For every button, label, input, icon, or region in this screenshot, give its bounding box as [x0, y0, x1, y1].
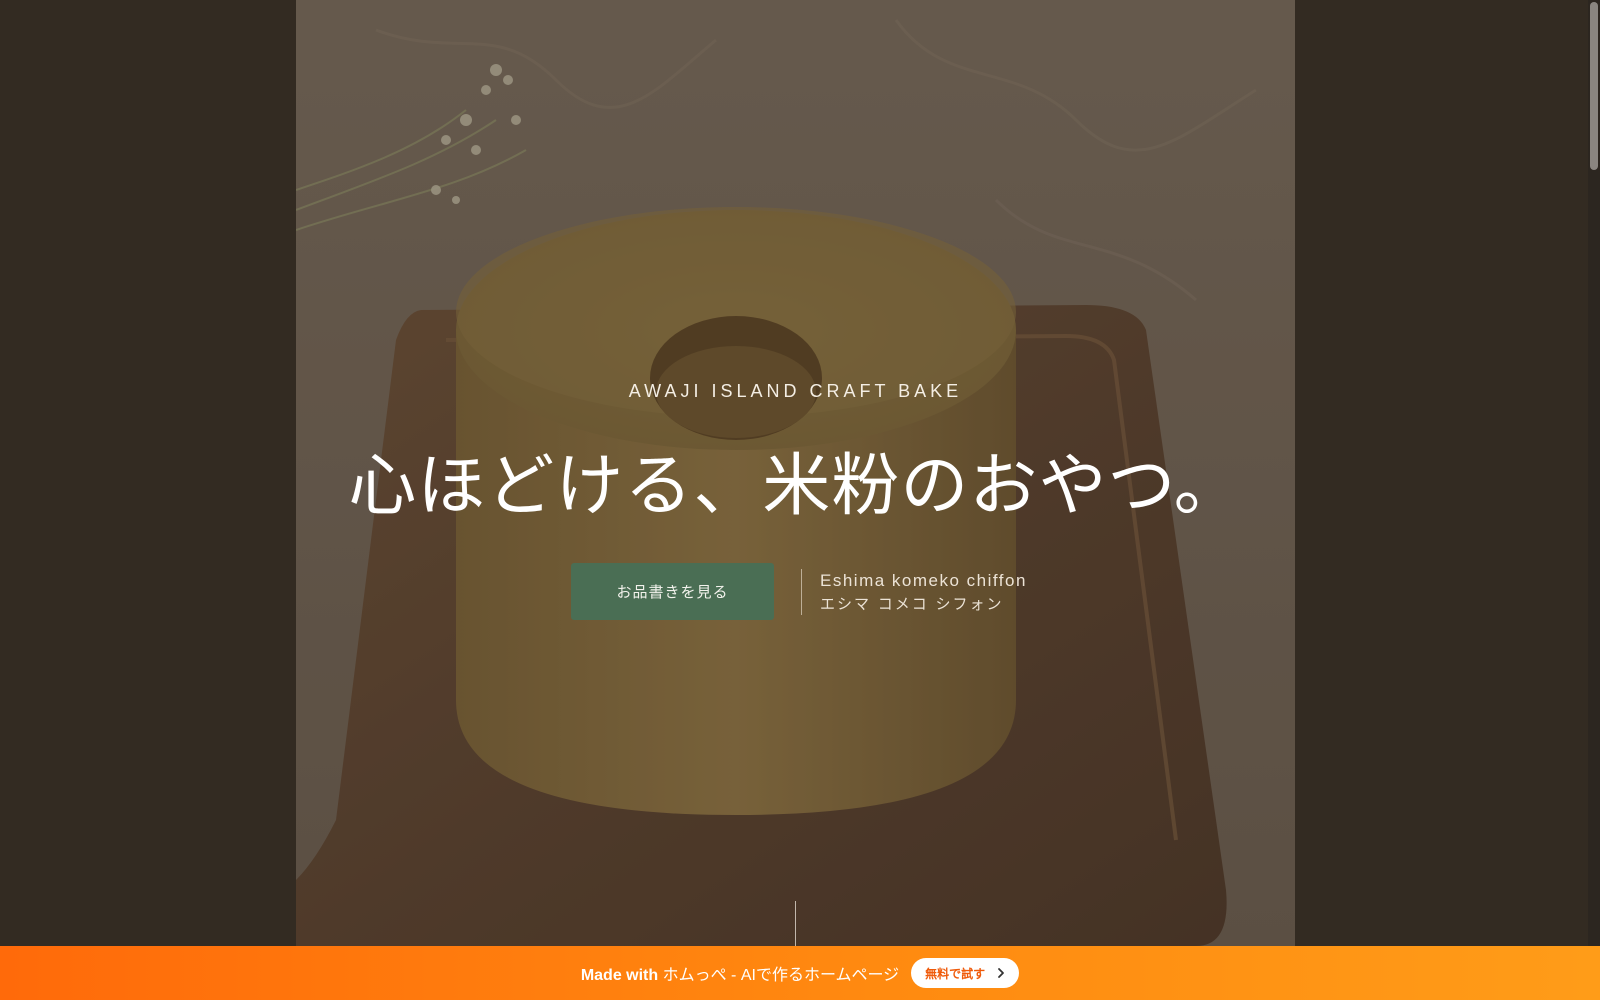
brand-divider [801, 569, 802, 615]
page-scrollbar[interactable] [1588, 0, 1600, 1000]
try-free-label: 無料で試す [925, 966, 986, 981]
brand-name-english: Eshima komeko chiffon [820, 571, 1027, 590]
scrollbar-thumb[interactable] [1590, 2, 1598, 170]
scroll-indicator-line [795, 901, 796, 946]
try-free-button[interactable]: 無料で試す [911, 958, 1020, 988]
banner-text: Made with ホムっぺ - AIで作るホームページ [581, 961, 899, 985]
hero-headline: 心ほどける、米粉のおやつ。 [348, 447, 1243, 526]
made-with-banner[interactable]: Made with ホムっぺ - AIで作るホームページ 無料で試す [0, 946, 1600, 1000]
chevron-right-icon [998, 968, 1005, 978]
banner-product: ホムっぺ - AIで作るホームページ [662, 967, 900, 984]
view-menu-button[interactable]: お品書きを見る [571, 563, 774, 620]
brand-name-katakana: エシマ コメコ シフォン [820, 595, 1004, 613]
hero-eyebrow: AWAJI ISLAND CRAFT BAKE [628, 381, 963, 401]
hero-section: AWAJI ISLAND CRAFT BAKE 心ほどける、米粉のおやつ。 お品… [296, 0, 1295, 946]
banner-made-with: Made with [580, 967, 659, 984]
page: AWAJI ISLAND CRAFT BAKE 心ほどける、米粉のおやつ。 お品… [0, 0, 1600, 1000]
